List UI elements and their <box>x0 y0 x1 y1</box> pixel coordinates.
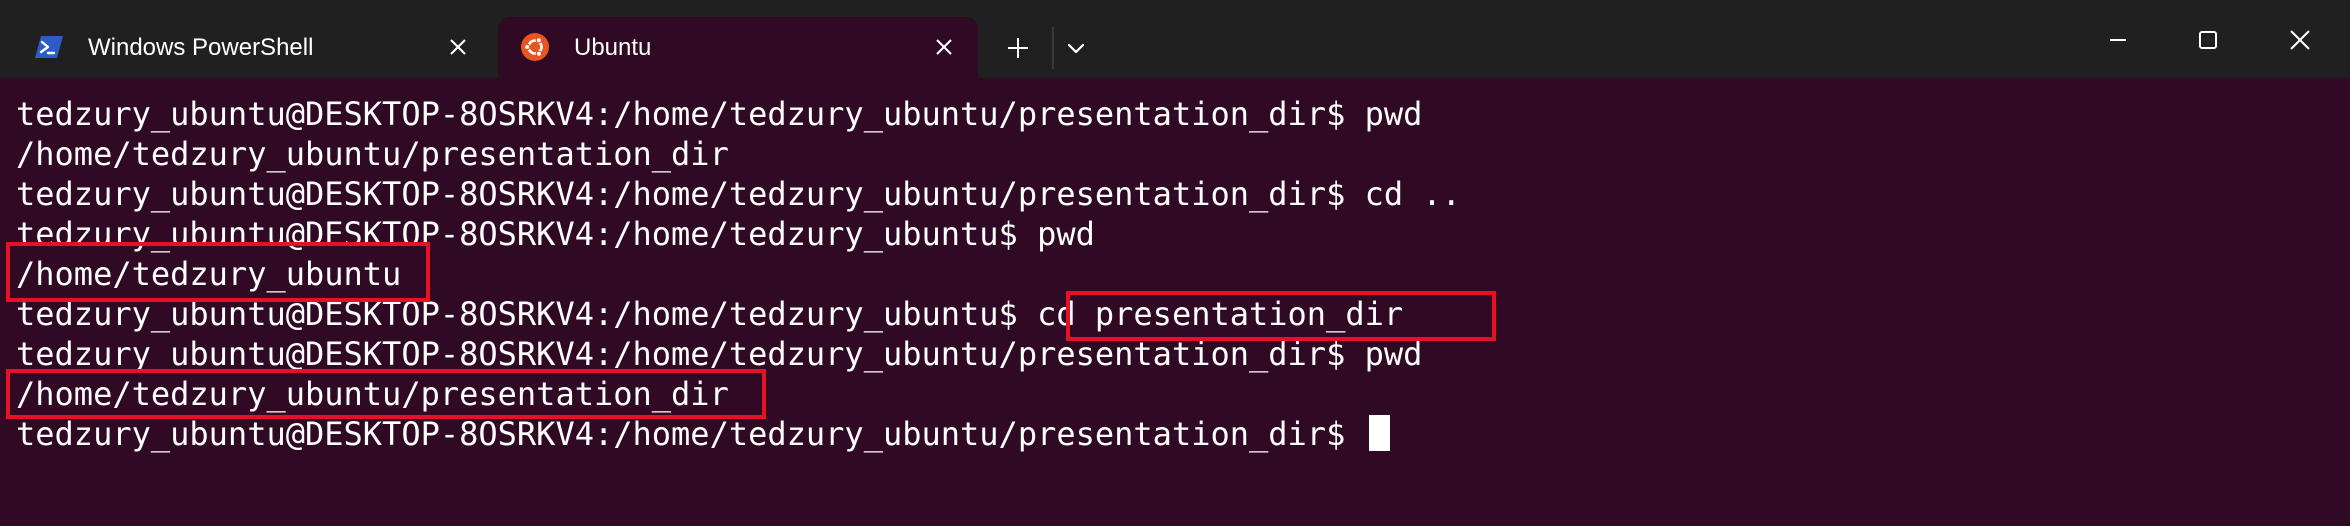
close-tab-icon[interactable] <box>930 33 958 61</box>
terminal-line: tedzury_ubuntu@DESKTOP-8OSRKV4:/home/ted… <box>16 174 1461 214</box>
tab-ubuntu[interactable]: Ubuntu <box>498 17 978 78</box>
shell-prompt: tedzury_ubuntu@DESKTOP-8OSRKV4:/home/ted… <box>16 415 1365 453</box>
minimize-icon[interactable] <box>2098 20 2138 60</box>
terminal-line: tedzury_ubuntu@DESKTOP-8OSRKV4:/home/ted… <box>16 334 1422 374</box>
shell-prompt: tedzury_ubuntu@DESKTOP-8OSRKV4:/home/ted… <box>16 335 1365 373</box>
ubuntu-icon <box>521 33 549 61</box>
terminal-line: tedzury_ubuntu@DESKTOP-8OSRKV4:/home/ted… <box>16 294 1403 334</box>
plus-icon[interactable] <box>1000 30 1036 66</box>
command-output: /home/tedzury_ubuntu/presentation_dir <box>16 135 729 173</box>
shell-prompt: tedzury_ubuntu@DESKTOP-8OSRKV4:/home/ted… <box>16 295 1038 333</box>
terminal-line: tedzury_ubuntu@DESKTOP-8OSRKV4:/home/ted… <box>16 94 1422 134</box>
terminal-line: /home/tedzury_ubuntu/presentation_dir <box>16 134 729 174</box>
maximize-icon[interactable] <box>2188 20 2228 60</box>
command-output: /home/tedzury_ubuntu/presentation_dir <box>16 375 729 413</box>
close-tab-icon[interactable] <box>444 33 472 61</box>
chevron-down-icon[interactable] <box>1062 30 1090 66</box>
terminal-line: /home/tedzury_ubuntu/presentation_dir <box>16 374 729 414</box>
tab-label: Windows PowerShell <box>88 34 314 61</box>
shell-command: pwd <box>1364 95 1423 133</box>
terminal-window: Windows PowerShell Ubuntu tedzury_ubuntu… <box>0 0 2350 526</box>
shell-prompt: tedzury_ubuntu@DESKTOP-8OSRKV4:/home/ted… <box>16 95 1365 133</box>
shell-command: pwd <box>1037 215 1095 253</box>
shell-prompt: tedzury_ubuntu@DESKTOP-8OSRKV4:/home/ted… <box>16 215 1038 253</box>
shell-command: cd .. <box>1364 175 1461 213</box>
powershell-icon <box>35 36 63 58</box>
tab-label: Ubuntu <box>574 34 652 61</box>
command-output: /home/tedzury_ubuntu <box>16 255 402 293</box>
shell-command: cd presentation_dir <box>1037 295 1404 333</box>
tab-windows-powershell[interactable]: Windows PowerShell <box>12 17 492 78</box>
toolbar-divider <box>1052 27 1054 69</box>
close-icon[interactable] <box>2280 20 2320 60</box>
terminal-line: tedzury_ubuntu@DESKTOP-8OSRKV4:/home/ted… <box>16 214 1095 254</box>
tab-bar: Windows PowerShell Ubuntu <box>0 0 2350 78</box>
terminal-line: /home/tedzury_ubuntu <box>16 254 401 294</box>
shell-command: pwd <box>1364 335 1423 373</box>
shell-prompt: tedzury_ubuntu@DESKTOP-8OSRKV4:/home/ted… <box>16 175 1365 213</box>
terminal-output[interactable]: tedzury_ubuntu@DESKTOP-8OSRKV4:/home/ted… <box>0 78 2350 526</box>
text-cursor <box>1368 415 1390 451</box>
terminal-line: tedzury_ubuntu@DESKTOP-8OSRKV4:/home/ted… <box>16 414 1390 454</box>
